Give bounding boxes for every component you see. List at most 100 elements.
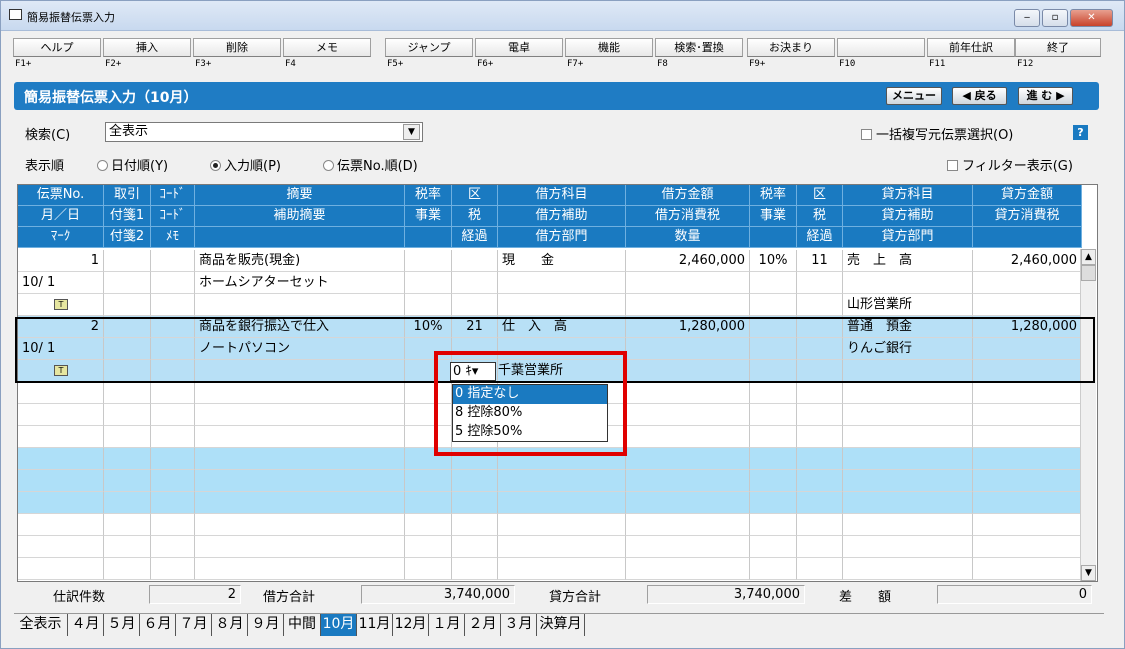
debit-amount[interactable]: 2,460,000 bbox=[626, 250, 750, 272]
table-cell[interactable] bbox=[626, 536, 750, 558]
fkey-delete[interactable]: 削除 F3+ bbox=[193, 38, 281, 74]
table-cell[interactable] bbox=[973, 448, 1082, 470]
credit-account[interactable]: 普通 預金 bbox=[843, 316, 973, 338]
table-cell[interactable] bbox=[498, 470, 626, 492]
menu-button[interactable]: メニュー bbox=[886, 87, 942, 105]
table-cell[interactable] bbox=[750, 514, 797, 536]
table-cell[interactable] bbox=[626, 492, 750, 514]
table-cell[interactable] bbox=[151, 448, 195, 470]
tax-rate[interactable]: 10% bbox=[750, 250, 797, 272]
table-cell[interactable] bbox=[626, 470, 750, 492]
table-cell[interactable] bbox=[104, 536, 151, 558]
tab-month[interactable]: 全表示 bbox=[14, 614, 68, 636]
table-cell[interactable] bbox=[195, 382, 405, 404]
table-cell[interactable] bbox=[750, 338, 797, 360]
table-cell[interactable] bbox=[843, 470, 973, 492]
debit-account[interactable]: 現 金 bbox=[498, 250, 626, 272]
fkey-memo[interactable]: メモ F4 bbox=[283, 38, 371, 74]
table-cell[interactable] bbox=[498, 514, 626, 536]
table-cell[interactable] bbox=[452, 272, 498, 294]
back-button[interactable]: ◀ 戻る bbox=[952, 87, 1007, 105]
table-cell[interactable] bbox=[104, 404, 151, 426]
fkey-function[interactable]: 機能 F7+ bbox=[565, 38, 653, 74]
table-cell[interactable] bbox=[797, 316, 843, 338]
table-cell[interactable] bbox=[973, 338, 1082, 360]
filter-option[interactable]: フィルター表示(G) bbox=[947, 155, 1073, 174]
order-voucher-radio[interactable]: 伝票No.順(D) bbox=[323, 155, 418, 174]
fkey-help[interactable]: ヘルプ F1+ bbox=[13, 38, 101, 74]
table-cell[interactable] bbox=[405, 492, 452, 514]
table-cell[interactable] bbox=[452, 470, 498, 492]
table-cell[interactable] bbox=[973, 272, 1082, 294]
table-cell[interactable] bbox=[151, 272, 195, 294]
table-cell[interactable] bbox=[151, 250, 195, 272]
voucher-no[interactable]: 2 bbox=[18, 316, 104, 338]
description[interactable]: 商品を銀行振込で仕入 bbox=[195, 316, 405, 338]
close-button[interactable]: ✕ bbox=[1070, 9, 1113, 27]
table-cell[interactable] bbox=[750, 470, 797, 492]
tab-month[interactable]: 12月 bbox=[393, 614, 429, 636]
debit-amount[interactable]: 1,280,000 bbox=[626, 316, 750, 338]
fkey-jump[interactable]: ジャンプ F5+ bbox=[385, 38, 473, 74]
tab-month[interactable]: ８月 bbox=[212, 614, 248, 636]
table-row[interactable] bbox=[18, 492, 1082, 514]
order-input-radio[interactable]: 入力順(P) bbox=[210, 155, 281, 174]
table-cell[interactable] bbox=[452, 514, 498, 536]
fkey-f10[interactable]: F10 bbox=[837, 38, 925, 74]
table-cell[interactable] bbox=[498, 492, 626, 514]
table-cell[interactable] bbox=[104, 514, 151, 536]
table-cell[interactable]: Ｔ bbox=[18, 360, 104, 382]
scroll-down-icon[interactable]: ▼ bbox=[1081, 565, 1096, 581]
tax-rate[interactable]: 10% bbox=[405, 316, 452, 338]
table-cell[interactable] bbox=[750, 316, 797, 338]
table-cell[interactable] bbox=[750, 360, 797, 382]
table-cell[interactable] bbox=[498, 536, 626, 558]
table-cell[interactable] bbox=[18, 448, 104, 470]
fkey-insert[interactable]: 挿入 F2+ bbox=[103, 38, 191, 74]
table-cell[interactable] bbox=[626, 558, 750, 580]
table-cell[interactable] bbox=[843, 492, 973, 514]
table-cell[interactable] bbox=[626, 382, 750, 404]
fkey-prev-year[interactable]: 前年仕訳 F11 bbox=[927, 38, 1015, 74]
tax-option-50[interactable]: 5 控除50% bbox=[453, 423, 607, 442]
table-cell[interactable] bbox=[626, 514, 750, 536]
tab-month[interactable]: 決算月 bbox=[537, 614, 585, 636]
entry-date[interactable]: 10/ 1 bbox=[18, 272, 104, 294]
table-cell[interactable] bbox=[498, 272, 626, 294]
table-cell[interactable] bbox=[498, 294, 626, 316]
table-cell[interactable] bbox=[104, 426, 151, 448]
sub-description[interactable]: ホームシアターセット bbox=[195, 272, 405, 294]
table-cell[interactable] bbox=[18, 382, 104, 404]
table-row[interactable]: 2 商品を銀行振込で仕入 10% 21 仕 入 高 1,280,000 普通 預金 1,280… bbox=[18, 316, 1082, 338]
table-row[interactable] bbox=[18, 470, 1082, 492]
table-cell[interactable] bbox=[797, 272, 843, 294]
table-cell[interactable] bbox=[843, 426, 973, 448]
table-cell[interactable] bbox=[797, 492, 843, 514]
bulk-copy-option[interactable]: 一括複写元伝票選択(O) bbox=[861, 124, 1013, 143]
table-cell[interactable] bbox=[104, 492, 151, 514]
table-cell[interactable] bbox=[195, 492, 405, 514]
table-cell[interactable] bbox=[104, 558, 151, 580]
table-cell[interactable] bbox=[973, 360, 1082, 382]
table-row[interactable] bbox=[18, 514, 1082, 536]
credit-account[interactable]: 売 上 高 bbox=[843, 250, 973, 272]
table-cell[interactable] bbox=[18, 492, 104, 514]
table-cell[interactable] bbox=[843, 382, 973, 404]
table-cell[interactable] bbox=[405, 514, 452, 536]
tax-code[interactable]: 11 bbox=[797, 250, 843, 272]
scroll-up-icon[interactable]: ▲ bbox=[1081, 249, 1096, 265]
memo-mark-icon[interactable]: Ｔ bbox=[54, 299, 68, 310]
table-cell[interactable] bbox=[18, 558, 104, 580]
table-row[interactable]: 10/ 1 ホームシアターセット bbox=[18, 272, 1082, 294]
table-cell[interactable] bbox=[626, 448, 750, 470]
table-cell[interactable] bbox=[797, 536, 843, 558]
table-cell[interactable] bbox=[750, 382, 797, 404]
table-cell[interactable] bbox=[151, 558, 195, 580]
table-cell[interactable] bbox=[195, 448, 405, 470]
tax-option-combo[interactable]: 0 ｷ▾ bbox=[450, 362, 496, 381]
table-cell[interactable] bbox=[18, 470, 104, 492]
table-cell[interactable] bbox=[498, 558, 626, 580]
vertical-scrollbar[interactable]: ▲ ▼ bbox=[1080, 249, 1096, 581]
next-button[interactable]: 進 む ▶ bbox=[1018, 87, 1073, 105]
table-cell[interactable] bbox=[750, 492, 797, 514]
